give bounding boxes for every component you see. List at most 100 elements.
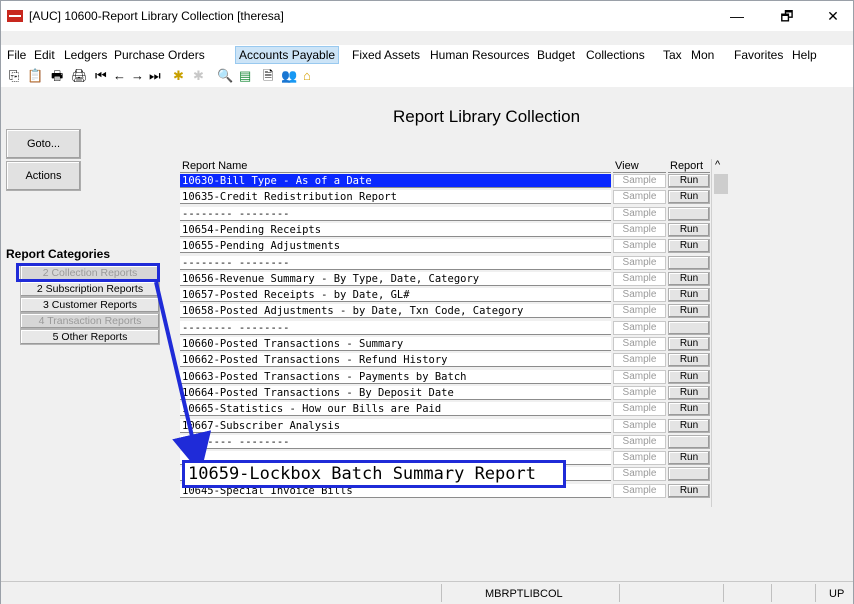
report-name-cell[interactable]: -------- -------- bbox=[180, 320, 611, 335]
print-preview-icon[interactable]: 🖨 bbox=[71, 68, 88, 84]
report-name-cell[interactable]: 10655-Pending Adjustments bbox=[180, 239, 611, 254]
sample-button[interactable]: Sample bbox=[613, 206, 666, 221]
run-button[interactable]: Run bbox=[668, 304, 710, 319]
table-row[interactable]: 10665-Statistics - How our Bills are Pai… bbox=[180, 402, 731, 417]
copy-icon[interactable]: ⎘ bbox=[9, 68, 19, 84]
report-name-cell[interactable]: 10656-Revenue Summary - By Type, Date, C… bbox=[180, 271, 611, 286]
run-button[interactable]: Run bbox=[668, 174, 710, 188]
vertical-scrollbar[interactable]: ^ bbox=[711, 159, 730, 507]
sample-button[interactable]: Sample bbox=[613, 271, 666, 286]
print-icon[interactable]: 🖶 bbox=[51, 68, 63, 84]
run-button[interactable]: Run bbox=[668, 271, 710, 286]
menu-edit[interactable]: Edit bbox=[31, 47, 58, 63]
run-button[interactable]: Run bbox=[668, 483, 710, 498]
menu-fixed-assets[interactable]: Fixed Assets bbox=[349, 47, 423, 63]
report-name-cell[interactable]: 10663-Posted Transactions - Payments by … bbox=[180, 369, 611, 384]
add-record-icon[interactable]: ✱ bbox=[173, 68, 184, 84]
report-name-cell[interactable]: 10657-Posted Receipts - by Date, GL# bbox=[180, 288, 611, 303]
search-icon[interactable]: 🔍 bbox=[217, 68, 233, 84]
menu-help[interactable]: Help bbox=[789, 47, 820, 63]
minimize-button[interactable]: — bbox=[717, 5, 757, 27]
sample-button[interactable]: Sample bbox=[613, 385, 666, 400]
menu-collections[interactable]: Collections bbox=[583, 47, 648, 63]
table-row[interactable]: -------- -------- Sample bbox=[180, 206, 731, 222]
category-subscription-reports[interactable]: 2 Subscription Reports bbox=[20, 281, 160, 297]
report-name-cell[interactable]: -------- -------- bbox=[180, 206, 611, 221]
sample-button[interactable]: Sample bbox=[613, 174, 666, 188]
table-row[interactable]: 10658-Posted Adjustments - by Date, Txn … bbox=[180, 304, 731, 319]
table-row[interactable]: 10660-Posted Transactions - Summary Sampl… bbox=[180, 337, 731, 352]
menu-purchase-orders[interactable]: Purchase Orders bbox=[111, 47, 208, 63]
report-name-cell[interactable]: 10664-Posted Transactions - By Deposit D… bbox=[180, 385, 611, 400]
report-name-cell[interactable]: -------- -------- bbox=[180, 255, 611, 270]
first-record-icon[interactable]: ⏮ bbox=[95, 68, 107, 84]
report-name-cell[interactable]: -------- -------- bbox=[180, 434, 611, 449]
sample-button[interactable]: Sample bbox=[613, 418, 666, 433]
run-button[interactable]: Run bbox=[668, 451, 710, 466]
report-name-cell[interactable]: 10654-Pending Receipts bbox=[180, 222, 611, 237]
menu-budget[interactable]: Budget bbox=[534, 47, 578, 63]
category-transaction-reports[interactable]: 4 Transaction Reports bbox=[20, 313, 160, 329]
table-row[interactable]: 10654-Pending Receipts Sample Run bbox=[180, 222, 731, 238]
table-row[interactable]: 10656-Revenue Summary - By Type, Date, C… bbox=[180, 271, 731, 287]
sample-button[interactable]: Sample bbox=[613, 304, 666, 319]
table-row[interactable]: 10630-Bill Type - As of a Date Sample Run bbox=[180, 174, 731, 189]
run-button[interactable] bbox=[668, 467, 710, 482]
table-row[interactable]: 10655-Pending Adjustments Sample Run bbox=[180, 239, 731, 254]
run-button[interactable]: Run bbox=[668, 190, 710, 205]
sample-button[interactable]: Sample bbox=[613, 467, 666, 482]
report-name-cell[interactable]: 10630-Bill Type - As of a Date bbox=[180, 174, 611, 188]
table-row[interactable]: -------- -------- Sample bbox=[180, 434, 731, 450]
scroll-up-icon[interactable]: ^ bbox=[715, 159, 720, 171]
close-button[interactable]: ✕ bbox=[813, 5, 853, 27]
sample-button[interactable]: Sample bbox=[613, 402, 666, 417]
run-button[interactable] bbox=[668, 320, 710, 335]
sample-button[interactable]: Sample bbox=[613, 353, 666, 368]
report-name-cell[interactable]: 10665-Statistics - How our Bills are Pai… bbox=[180, 402, 611, 417]
sample-button[interactable]: Sample bbox=[613, 222, 666, 237]
table-row[interactable]: -------- -------- Sample bbox=[180, 255, 731, 271]
run-button[interactable]: Run bbox=[668, 239, 710, 254]
run-button[interactable]: Run bbox=[668, 418, 710, 433]
sample-button[interactable]: Sample bbox=[613, 337, 666, 351]
sample-button[interactable]: Sample bbox=[613, 239, 666, 254]
table-row[interactable]: -------- -------- Sample bbox=[180, 320, 731, 336]
table-row[interactable]: 10635-Credit Redistribution Report Sample… bbox=[180, 190, 731, 205]
run-button[interactable]: Run bbox=[668, 369, 710, 384]
report-name-cell[interactable]: 10635-Credit Redistribution Report bbox=[180, 190, 611, 205]
sample-button[interactable]: Sample bbox=[613, 288, 666, 303]
home-icon[interactable]: ⌂ bbox=[303, 68, 311, 84]
sample-button[interactable]: Sample bbox=[613, 369, 666, 384]
menu-human-resources[interactable]: Human Resources bbox=[427, 47, 532, 63]
sample-button[interactable]: Sample bbox=[613, 190, 666, 205]
run-button[interactable]: Run bbox=[668, 337, 710, 351]
category-other-reports[interactable]: 5 Other Reports bbox=[20, 329, 160, 345]
run-button[interactable] bbox=[668, 255, 710, 270]
report-name-cell[interactable]: 10667-Subscriber Analysis bbox=[180, 418, 611, 433]
properties-icon[interactable]: 🗎 bbox=[263, 68, 273, 84]
menu-accounts-payable[interactable]: Accounts Payable bbox=[235, 46, 340, 64]
run-button[interactable]: Run bbox=[668, 222, 710, 237]
scrollbar-thumb[interactable] bbox=[714, 174, 728, 194]
next-record-icon[interactable]: → bbox=[131, 68, 144, 84]
report-name-cell[interactable]: 10660-Posted Transactions - Summary bbox=[180, 337, 611, 351]
table-row[interactable]: 10664-Posted Transactions - By Deposit D… bbox=[180, 385, 731, 401]
sample-button[interactable]: Sample bbox=[613, 434, 666, 449]
sample-button[interactable]: Sample bbox=[613, 320, 666, 335]
sample-button[interactable]: Sample bbox=[613, 255, 666, 270]
run-button[interactable]: Run bbox=[668, 385, 710, 400]
delete-record-icon[interactable]: ✱ bbox=[193, 68, 204, 84]
table-row[interactable]: 10663-Posted Transactions - Payments by … bbox=[180, 369, 731, 385]
menu-tax[interactable]: Tax bbox=[660, 47, 685, 63]
sample-button[interactable]: Sample bbox=[613, 451, 666, 466]
menu-favorites[interactable]: Favorites bbox=[731, 47, 786, 63]
run-button[interactable] bbox=[668, 206, 710, 221]
restore-button[interactable]: 🗗 bbox=[767, 5, 807, 27]
table-row[interactable]: 10662-Posted Transactions - Refund Histo… bbox=[180, 353, 731, 368]
actions-button[interactable]: Actions bbox=[6, 161, 81, 191]
report-name-cell[interactable]: 10662-Posted Transactions - Refund Histo… bbox=[180, 353, 611, 368]
run-button[interactable]: Run bbox=[668, 288, 710, 303]
run-button[interactable]: Run bbox=[668, 402, 710, 417]
run-button[interactable] bbox=[668, 434, 710, 449]
menu-ledgers[interactable]: Ledgers bbox=[61, 47, 110, 63]
